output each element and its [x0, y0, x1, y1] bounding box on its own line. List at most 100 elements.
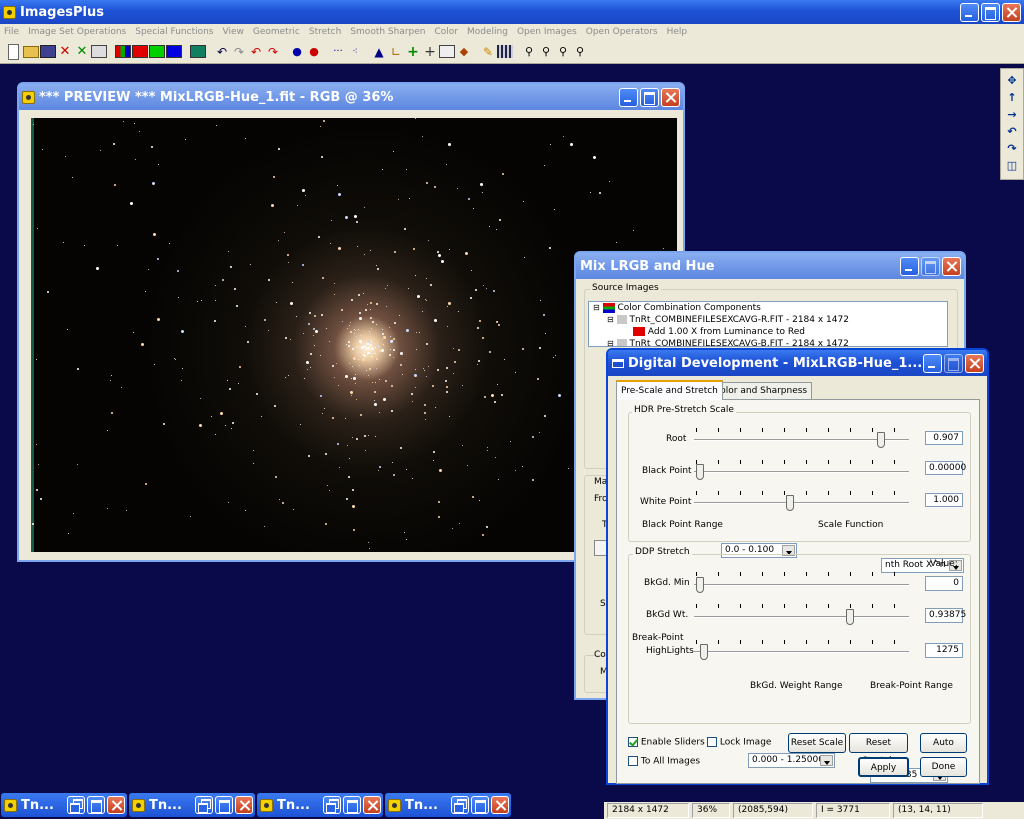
menu-stretch[interactable]: Stretch — [309, 27, 341, 37]
enable-sliders-checkbox[interactable]: Enable Sliders — [628, 737, 705, 748]
tab-color-sharpness[interactable]: Color and Sharpness — [709, 382, 813, 399]
maximize-icon[interactable] — [87, 796, 105, 814]
tree-node-root[interactable]: ⊟ Color Combination Components — [589, 302, 947, 314]
minimize-icon[interactable] — [923, 353, 942, 373]
cancel-icon[interactable]: ✕ — [74, 44, 90, 60]
close-icon[interactable] — [661, 87, 680, 107]
zoom-out-icon[interactable]: ⚲ — [538, 44, 554, 60]
blue-dot-icon[interactable]: ● — [289, 44, 305, 60]
add-icon[interactable]: + — [405, 44, 421, 60]
arrow-right-icon[interactable]: → — [1007, 106, 1016, 123]
menu-open-operators[interactable]: Open Operators — [586, 27, 658, 37]
white-point-value[interactable]: 1.000 — [925, 493, 963, 507]
undo-icon[interactable]: ↶ — [214, 44, 230, 60]
taskbar-item-4[interactable]: Tn... — [385, 793, 511, 817]
menu-modeling[interactable]: Modeling — [467, 27, 508, 37]
components-tree[interactable]: ⊟ Color Combination Components ⊟ TnRt_CO… — [588, 301, 948, 347]
to-all-images-checkbox[interactable]: To All Images — [628, 756, 700, 767]
menu-image-set-operations[interactable]: Image Set Operations — [28, 27, 126, 37]
bp-hl-value[interactable]: 1275 — [925, 643, 963, 658]
checkbox-icon[interactable] — [707, 737, 717, 747]
close-icon[interactable] — [107, 796, 125, 814]
bkgd-min-value[interactable]: 0 — [925, 576, 963, 591]
delete-icon[interactable]: ✕ — [57, 44, 73, 60]
restore-icon[interactable] — [67, 796, 85, 814]
bp-hl-slider-thumb[interactable] — [700, 644, 708, 660]
black-point-slider-thumb[interactable] — [696, 464, 704, 480]
white-point-slider-track[interactable] — [694, 502, 909, 504]
dotted-line-icon[interactable]: ··· — [330, 44, 346, 60]
done-button[interactable]: Done — [920, 757, 967, 777]
close-icon[interactable] — [363, 796, 381, 814]
black-point-value[interactable]: 0.00000 — [925, 461, 966, 475]
apply-button[interactable]: Apply — [858, 757, 909, 777]
save-icon[interactable] — [40, 45, 56, 58]
menu-file[interactable]: File — [4, 27, 19, 37]
bkgd-wt-slider-thumb[interactable] — [846, 609, 854, 625]
pixel-grid-icon[interactable] — [497, 45, 513, 58]
open-folder-icon[interactable] — [23, 45, 39, 58]
minimize-icon[interactable] — [900, 256, 919, 276]
rotate-left-icon[interactable]: ↶ — [1007, 123, 1016, 140]
histogram-icon[interactable]: ▲ — [371, 44, 387, 60]
blue-channel-icon[interactable] — [166, 45, 182, 58]
zoom-fit-icon[interactable]: ⚲ — [555, 44, 571, 60]
curve-icon[interactable]: ∟ — [388, 44, 404, 60]
zoom-in-icon[interactable]: ⚲ — [521, 44, 537, 60]
red-channel-icon[interactable] — [132, 45, 148, 58]
taskbar-item-1[interactable]: Tn... — [1, 793, 127, 817]
undo-red-icon[interactable]: ↶ — [248, 44, 264, 60]
minimize-icon[interactable] — [960, 2, 979, 22]
arrow-up-icon[interactable]: ↑ — [1007, 89, 1016, 106]
root-slider-thumb[interactable] — [877, 432, 886, 448]
bkgd-weight-range-select[interactable]: 0.000 - 1.25000 — [748, 753, 835, 768]
flip-icon[interactable]: ◫ — [1007, 157, 1017, 174]
close-icon[interactable] — [235, 796, 253, 814]
menu-special-functions[interactable]: Special Functions — [135, 27, 213, 37]
rgb-combine-icon[interactable] — [115, 45, 131, 58]
new-file-icon[interactable] — [8, 43, 19, 60]
auto-button[interactable]: Auto — [920, 733, 967, 753]
lock-image-checkbox[interactable]: Lock Image — [707, 737, 771, 748]
palette-icon[interactable]: ◆ — [456, 44, 472, 60]
scatter-icon[interactable]: ⁖ — [347, 44, 363, 60]
checkbox-checked-icon[interactable] — [628, 737, 638, 747]
restore-icon[interactable] — [195, 796, 213, 814]
grid-icon[interactable] — [190, 45, 206, 58]
close-icon[interactable] — [491, 796, 509, 814]
maximize-icon[interactable] — [343, 796, 361, 814]
maximize-icon[interactable] — [981, 2, 1000, 22]
window-icon[interactable] — [91, 45, 107, 58]
maximize-icon[interactable] — [640, 87, 659, 107]
pencil-icon[interactable]: ✎ — [480, 44, 496, 60]
maximize-icon[interactable] — [471, 796, 489, 814]
redo-red-icon[interactable]: ↷ — [265, 44, 281, 60]
maximize-icon[interactable] — [215, 796, 233, 814]
root-value[interactable]: 0.907 — [925, 431, 963, 445]
calculator-icon[interactable] — [439, 45, 455, 58]
menu-geometric[interactable]: Geometric — [253, 27, 300, 37]
crosshair-icon[interactable]: + — [422, 44, 438, 60]
checkbox-icon[interactable] — [628, 756, 638, 766]
zoom-actual-icon[interactable]: ⚲ — [572, 44, 588, 60]
bkgd-min-slider-thumb[interactable] — [696, 577, 704, 593]
bp-hl-slider-track[interactable] — [694, 651, 909, 653]
tree-node-red-op[interactable]: Add 1.00 X from Luminance to Red — [589, 326, 947, 338]
tree-node-blue-file[interactable]: ⊟ TnRt_COMBINEFILESEXCAVG-B.FIT - 2184 x… — [589, 338, 947, 346]
close-icon[interactable] — [1002, 2, 1021, 22]
close-icon[interactable] — [965, 353, 984, 373]
white-point-slider-thumb[interactable] — [786, 495, 794, 511]
reset-scale-button[interactable]: Reset Scale — [788, 733, 846, 753]
bkgd-wt-slider-track[interactable] — [694, 616, 909, 618]
menu-help[interactable]: Help — [667, 27, 688, 37]
restore-icon[interactable] — [323, 796, 341, 814]
tab-pre-scale[interactable]: Pre-Scale and Stretch — [616, 380, 723, 400]
rotate-right-icon[interactable]: ↷ — [1007, 140, 1016, 157]
minimize-icon[interactable] — [619, 87, 638, 107]
red-dot-icon[interactable]: ● — [306, 44, 322, 60]
menu-color[interactable]: Color — [435, 27, 459, 37]
green-channel-icon[interactable] — [149, 45, 165, 58]
move-icon[interactable]: ✥ — [1007, 72, 1016, 89]
taskbar-item-2[interactable]: Tn... — [129, 793, 255, 817]
taskbar-item-3[interactable]: Tn... — [257, 793, 383, 817]
